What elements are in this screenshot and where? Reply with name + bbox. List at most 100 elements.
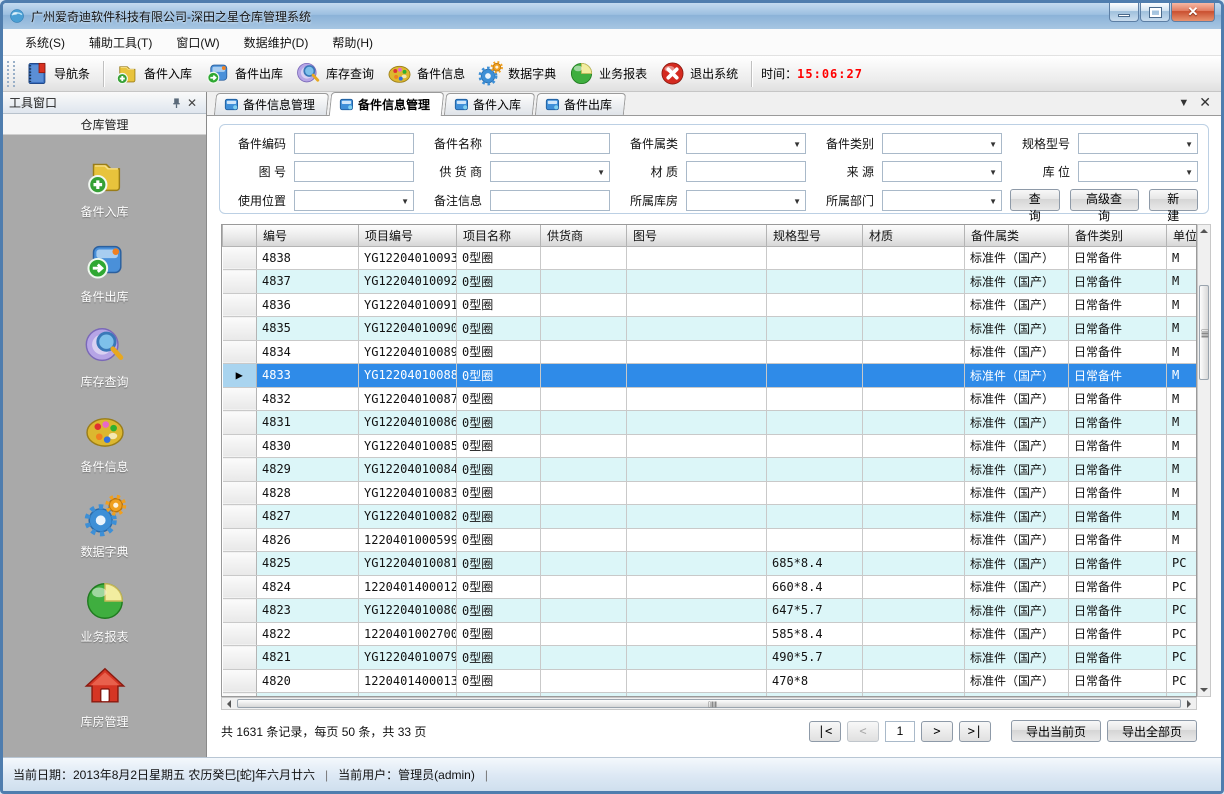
table-cell[interactable]: YG12204010082 <box>359 505 457 529</box>
table-row[interactable]: 4836YG122040100910型圈标准件（国产）日常备件M <box>223 293 1197 317</box>
table-cell[interactable]: 日常备件 <box>1069 458 1167 482</box>
table-cell[interactable] <box>627 411 767 435</box>
table-row[interactable]: 4837YG122040100920型圈标准件（国产）日常备件M <box>223 270 1197 294</box>
table-cell[interactable] <box>767 505 863 529</box>
previous-page-button[interactable]: < <box>847 721 879 742</box>
table-cell[interactable]: 4822 <box>257 622 359 646</box>
table-cell[interactable] <box>541 411 627 435</box>
table-cell[interactable]: 标准件（国产） <box>965 434 1069 458</box>
table-cell[interactable]: 647*5.7 <box>767 599 863 623</box>
table-cell[interactable]: 日常备件 <box>1069 552 1167 576</box>
sidebar-section-title[interactable]: 仓库管理 <box>3 114 206 135</box>
column-header[interactable]: 项目名称 <box>457 225 541 246</box>
table-cell[interactable]: 4834 <box>257 340 359 364</box>
table-cell[interactable] <box>541 622 627 646</box>
table-cell[interactable] <box>541 646 627 670</box>
table-cell[interactable]: 0型圈 <box>457 669 541 693</box>
sidebar-item-house[interactable]: 库房管理 <box>3 663 206 730</box>
table-cell[interactable] <box>863 293 965 317</box>
table-cell[interactable]: 0型圈 <box>457 293 541 317</box>
table-cell[interactable]: 日常备件 <box>1069 505 1167 529</box>
table-cell[interactable]: PC <box>1167 552 1197 576</box>
table-cell[interactable] <box>767 293 863 317</box>
table-cell[interactable] <box>627 622 767 646</box>
menu-item[interactable]: 窗口(W) <box>164 30 231 55</box>
table-cell[interactable]: 日常备件 <box>1069 340 1167 364</box>
table-cell[interactable] <box>863 246 965 270</box>
row-selector-cell[interactable] <box>223 622 257 646</box>
table-cell[interactable]: 4829 <box>257 458 359 482</box>
pin-icon[interactable] <box>168 95 184 111</box>
table-cell[interactable] <box>627 246 767 270</box>
row-selector-cell[interactable] <box>223 387 257 411</box>
table-cell[interactable] <box>627 646 767 670</box>
close-button[interactable]: ✕ <box>1171 3 1215 22</box>
table-cell[interactable]: YG12204010086 <box>359 411 457 435</box>
document-tab[interactable]: 备件信息管理 <box>329 92 445 116</box>
table-cell[interactable] <box>767 246 863 270</box>
table-cell[interactable]: YG12204010080 <box>359 599 457 623</box>
table-cell[interactable]: 0型圈 <box>457 599 541 623</box>
row-selector-cell[interactable] <box>223 270 257 294</box>
table-cell[interactable]: 标准件（国产） <box>965 599 1069 623</box>
table-row[interactable]: 4821YG122040100790型圈490*5.7标准件（国产）日常备件PC <box>223 646 1197 670</box>
table-cell[interactable]: 1220401400012 <box>359 575 457 599</box>
form-select[interactable]: ▼ <box>686 190 806 211</box>
table-cell[interactable]: YG12204010087 <box>359 387 457 411</box>
table-cell[interactable] <box>541 246 627 270</box>
row-selector-cell[interactable] <box>223 575 257 599</box>
table-cell[interactable]: 日常备件 <box>1069 270 1167 294</box>
table-cell[interactable] <box>627 317 767 341</box>
table-cell[interactable] <box>863 669 965 693</box>
next-page-button[interactable]: > <box>921 721 953 742</box>
table-cell[interactable] <box>863 387 965 411</box>
table-cell[interactable]: YG12204010083 <box>359 481 457 505</box>
form-select[interactable]: ▼ <box>1078 133 1198 154</box>
table-cell[interactable] <box>627 458 767 482</box>
first-page-button[interactable]: |< <box>809 721 841 742</box>
horizontal-scroll-thumb[interactable] <box>237 699 1181 708</box>
table-cell[interactable]: 标准件（国产） <box>965 246 1069 270</box>
column-header[interactable]: 图号 <box>627 225 767 246</box>
table-cell[interactable]: PC <box>1167 622 1197 646</box>
column-header[interactable]: 材质 <box>863 225 965 246</box>
table-cell[interactable]: 585*8.4 <box>767 622 863 646</box>
form-select[interactable]: ▼ <box>882 133 1002 154</box>
form-input[interactable] <box>686 161 806 182</box>
sidebar-item-info[interactable]: 备件信息 <box>3 408 206 475</box>
title-bar[interactable]: 广州爱奇迪软件科技有限公司-深田之星仓库管理系统 ✕ <box>3 3 1221 29</box>
menu-item[interactable]: 数据维护(D) <box>232 30 321 55</box>
table-cell[interactable]: 日常备件 <box>1069 575 1167 599</box>
table-cell[interactable]: 4831 <box>257 411 359 435</box>
table-cell[interactable]: 日常备件 <box>1069 622 1167 646</box>
row-selector-cell[interactable] <box>223 411 257 435</box>
table-cell[interactable]: 标准件（国产） <box>965 481 1069 505</box>
table-cell[interactable]: 日常备件 <box>1069 411 1167 435</box>
table-cell[interactable]: 0型圈 <box>457 246 541 270</box>
table-row[interactable]: 4825YG122040100810型圈685*8.4标准件（国产）日常备件PC <box>223 552 1197 576</box>
table-cell[interactable]: 标准件（国产） <box>965 458 1069 482</box>
table-cell[interactable]: M <box>1167 481 1197 505</box>
table-row[interactable]: 4823YG122040100800型圈647*5.7标准件（国产）日常备件PC <box>223 599 1197 623</box>
table-cell[interactable]: 标准件（国产） <box>965 387 1069 411</box>
form-select[interactable]: ▼ <box>882 190 1002 211</box>
table-cell[interactable] <box>863 340 965 364</box>
table-row[interactable]: 4832YG122040100870型圈标准件（国产）日常备件M <box>223 387 1197 411</box>
form-select[interactable]: ▼ <box>686 133 806 154</box>
new-button[interactable]: 新建 <box>1149 189 1199 211</box>
table-cell[interactable]: 0型圈 <box>457 364 541 388</box>
toolbar-button-dict[interactable]: 数据字典 <box>473 58 564 89</box>
vertical-scrollbar[interactable] <box>1197 224 1211 697</box>
table-cell[interactable]: 日常备件 <box>1069 293 1167 317</box>
table-cell[interactable]: M <box>1167 340 1197 364</box>
table-cell[interactable]: PC <box>1167 599 1197 623</box>
toolbar-button-outbound[interactable]: 备件出库 <box>200 58 291 89</box>
table-cell[interactable]: 0型圈 <box>457 575 541 599</box>
tab-close-icon[interactable]: ✕ <box>1199 94 1211 111</box>
last-page-button[interactable]: >| <box>959 721 991 742</box>
table-cell[interactable] <box>863 458 965 482</box>
table-cell[interactable]: 660*8.4 <box>767 575 863 599</box>
table-cell[interactable] <box>541 528 627 552</box>
table-cell[interactable]: M <box>1167 293 1197 317</box>
table-cell[interactable]: M <box>1167 434 1197 458</box>
